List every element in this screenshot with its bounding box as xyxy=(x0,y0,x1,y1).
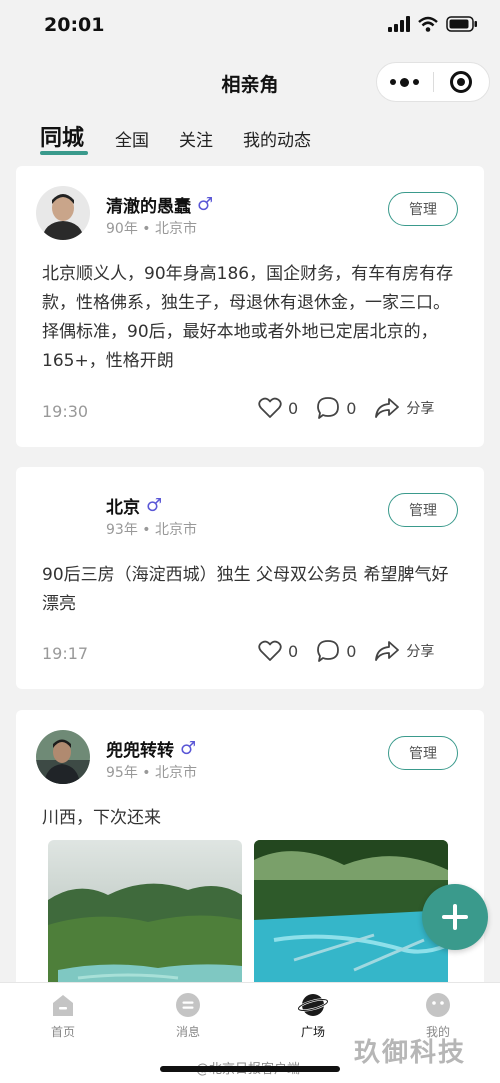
meta-separator: • xyxy=(142,765,151,781)
planet-icon xyxy=(297,994,329,1016)
comment-icon xyxy=(317,640,340,662)
author-meta: 90年 • 北京市 xyxy=(106,218,197,238)
manage-button[interactable]: 管理 xyxy=(388,192,458,226)
author-city: 北京市 xyxy=(155,221,197,237)
more-icon[interactable] xyxy=(377,77,433,87)
post-card[interactable]: 北京 ♂ 93年 • 北京市 管理 90后三房（海淀西城）独生 父母双公务员 希… xyxy=(16,467,484,689)
manage-button[interactable]: 管理 xyxy=(388,493,458,527)
like-button[interactable]: 0 xyxy=(258,397,298,419)
male-icon: ♂ xyxy=(146,495,163,516)
comment-count: 0 xyxy=(346,641,357,661)
author-meta: 95年 • 北京市 xyxy=(106,762,197,782)
tabbar-label: 消息 xyxy=(175,1025,200,1039)
heart-icon xyxy=(258,397,282,418)
like-count: 0 xyxy=(288,641,299,661)
manage-button[interactable]: 管理 xyxy=(388,736,458,770)
post-text: 北京顺义人，90年身高186，国企财务，有车有房有存款，性格佛系，独生子，母退休… xyxy=(42,264,454,371)
share-button[interactable]: 分享 xyxy=(374,640,434,662)
meta-separator: • xyxy=(142,522,151,538)
signal-icon xyxy=(388,16,410,32)
tabbar-label: 首页 xyxy=(50,1025,75,1039)
birth-year: 93年 xyxy=(106,522,138,538)
tabbar-messages[interactable]: 消息 xyxy=(148,991,228,1040)
plus-icon xyxy=(442,904,468,930)
post-card[interactable]: 兜兜转转 ♂ 95年 • 北京市 管理 川西，下次还来 xyxy=(16,710,484,990)
post-time: 19:30 xyxy=(42,402,89,421)
author-meta: 93年 • 北京市 xyxy=(106,519,197,539)
male-icon: ♂ xyxy=(180,738,197,759)
author-name[interactable]: 清澈的愚蠢 xyxy=(106,192,191,217)
comment-button[interactable]: 0 xyxy=(316,396,356,420)
avatar[interactable] xyxy=(36,186,90,240)
meta-separator: • xyxy=(142,221,151,237)
tabbar-label: 广场 xyxy=(300,1025,325,1039)
post-text: 90后三房（海淀西城）独生 父母双公务员 希望脾气好漂亮 xyxy=(42,565,449,614)
status-icons xyxy=(388,16,478,32)
close-miniprogram-icon[interactable] xyxy=(433,71,489,93)
post-actions: 0 0 分享 xyxy=(258,639,434,663)
nav-bar: 相亲角 xyxy=(0,58,500,106)
share-label: 分享 xyxy=(406,644,435,660)
profile-icon xyxy=(426,993,450,1017)
like-count: 0 xyxy=(288,398,299,418)
brand-watermark: 玖御科技 xyxy=(354,1038,467,1068)
share-icon xyxy=(375,398,400,418)
post-actions: 0 0 分享 xyxy=(258,396,434,420)
share-icon xyxy=(375,641,400,661)
comment-icon xyxy=(317,397,340,419)
post-photo[interactable] xyxy=(254,840,448,990)
home-icon xyxy=(53,995,73,1016)
avatar[interactable] xyxy=(36,730,90,784)
post-card[interactable]: 清澈的愚蠢 ♂ 90年 • 北京市 管理 北京顺义人，90年身高186，国企财务… xyxy=(16,166,484,447)
share-button[interactable]: 分享 xyxy=(374,397,434,419)
create-post-button[interactable] xyxy=(422,884,488,950)
author-name[interactable]: 北京 xyxy=(106,493,140,518)
miniprogram-capsule xyxy=(376,62,490,102)
heart-icon xyxy=(258,640,282,661)
author-row: 兜兜转转 ♂ xyxy=(106,736,196,761)
author-name[interactable]: 兜兜转转 xyxy=(106,736,174,761)
share-label: 分享 xyxy=(406,401,435,417)
tabbar-plaza[interactable]: 广场 xyxy=(273,991,353,1040)
home-indicator xyxy=(160,1066,340,1072)
tabbar-home[interactable]: 首页 xyxy=(23,991,103,1040)
author-row: 北京 ♂ xyxy=(106,493,162,518)
message-icon xyxy=(176,993,200,1017)
status-time: 20:01 xyxy=(44,14,105,36)
wifi-icon xyxy=(418,16,438,32)
comment-count: 0 xyxy=(346,398,357,418)
status-bar: 20:01 xyxy=(0,0,500,56)
tab-my-posts[interactable]: 我的动态 xyxy=(243,126,311,151)
birth-year: 95年 xyxy=(106,765,138,781)
post-text: 川西，下次还来 xyxy=(42,808,161,828)
feed-tabs: 同城 全国 关注 我的动态 xyxy=(0,118,500,158)
birth-year: 90年 xyxy=(106,221,138,237)
tab-following[interactable]: 关注 xyxy=(179,126,213,151)
author-city: 北京市 xyxy=(155,765,197,781)
post-time: 19:17 xyxy=(42,644,89,663)
like-button[interactable]: 0 xyxy=(258,640,298,662)
author-row: 清澈的愚蠢 ♂ xyxy=(106,192,213,217)
tab-national[interactable]: 全国 xyxy=(115,126,149,151)
active-tab-indicator xyxy=(40,151,88,155)
comment-button[interactable]: 0 xyxy=(316,639,356,663)
author-city: 北京市 xyxy=(155,522,197,538)
post-photo[interactable] xyxy=(48,840,242,990)
battery-icon xyxy=(446,16,477,32)
male-icon: ♂ xyxy=(197,194,214,215)
tab-local[interactable]: 同城 xyxy=(40,120,84,152)
